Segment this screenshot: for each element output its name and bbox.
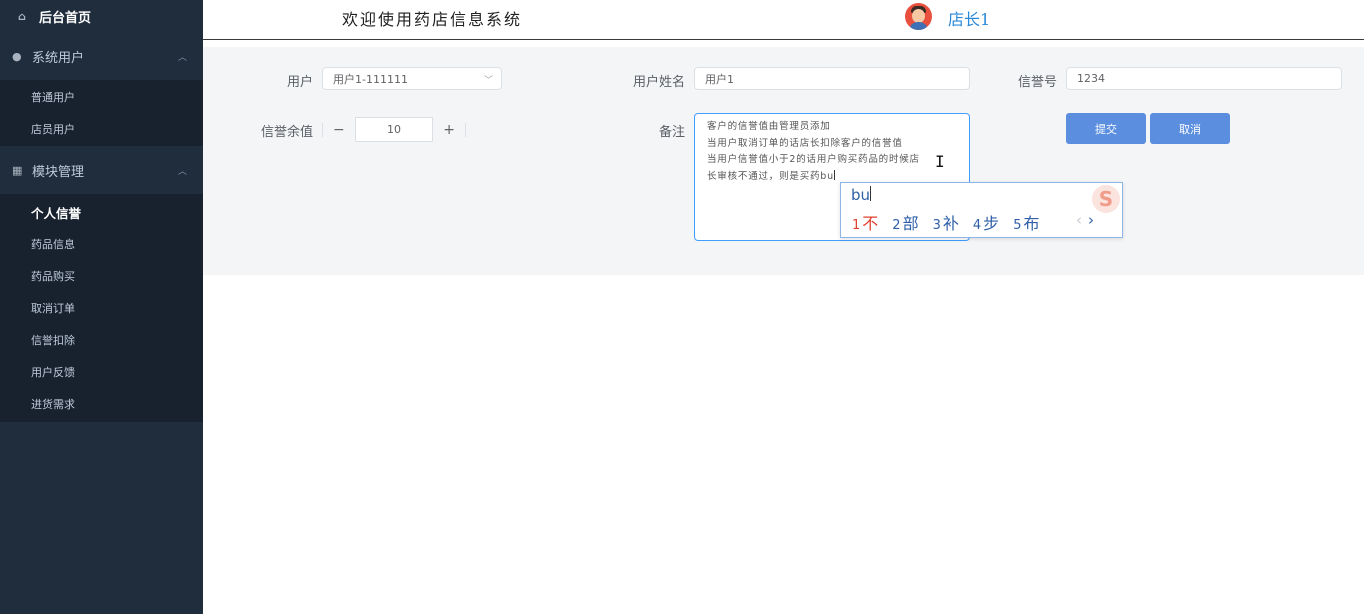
sidebar-group-label: 系统用户 [32, 50, 85, 66]
page-title: 欢迎使用药店信息系统 [342, 10, 523, 29]
ime-candidate-text: 步 [983, 214, 1000, 233]
user-label: 用户 [286, 75, 313, 90]
ime-candidate-text: 部 [902, 214, 919, 233]
sidebar-item-user-feedback[interactable]: 用户反馈 [0, 356, 203, 388]
top-header: 欢迎使用药店信息系统 店长1 [203, 0, 1364, 40]
ime-caret [870, 186, 872, 201]
sidebar-home-label: 后台首页 [39, 10, 92, 26]
chevron-up-icon: ︿ [177, 52, 187, 63]
submit-button[interactable]: 提交 [1066, 113, 1146, 144]
sidebar-item-credit-deduction[interactable]: 信誉扣除 [0, 324, 203, 356]
sidebar-group-module-management[interactable]: ▦ 模块管理 ︿ [0, 146, 203, 194]
ime-candidate-window: bu 1不 2部 3补 4步 5布 ‹ › S [840, 182, 1123, 238]
username-input[interactable]: 用户1 [694, 67, 970, 90]
credit-number-label: 信誉号 [1017, 75, 1057, 90]
ime-input-text: bu [851, 186, 871, 204]
ime-prev-page-icon[interactable]: ‹ [1076, 211, 1082, 229]
remark-line: 当用户取消订单的话店长扣除客户的信誉值 [707, 137, 903, 149]
home-icon: ⌂ [18, 9, 26, 23]
ime-candidate[interactable]: 2部 [892, 210, 918, 234]
chevron-up-icon: ︿ [177, 166, 187, 177]
remark-line: 客户的信誉值由管理员添加 [707, 121, 831, 132]
credit-balance-value[interactable]: 10 [354, 117, 434, 142]
sidebar-item-drug-purchase[interactable]: 药品购买 [0, 260, 203, 292]
sidebar-item-drug-info[interactable]: 药品信息 [0, 228, 203, 260]
sidebar-submenu-module-management: 个人信誉 药品信息 药品购买 取消订单 信誉扣除 用户反馈 进货需求 [0, 194, 203, 422]
ime-candidate-number: 4 [972, 218, 982, 233]
ime-candidate-text: 布 [1023, 214, 1040, 233]
current-user-name[interactable]: 店长1 [948, 6, 990, 30]
username-value: 用户1 [705, 72, 734, 86]
sidebar: ⌂ 后台首页 ● 系统用户 ︿ 普通用户 店员用户 ▦ 模块管理 ︿ 个人信誉 … [0, 0, 203, 614]
ime-candidate-text: 补 [942, 214, 959, 233]
avatar[interactable] [905, 3, 932, 30]
user-select[interactable]: 用户1-111111 ﹀ [322, 67, 502, 90]
sidebar-group-label: 模块管理 [32, 164, 85, 180]
sidebar-group-system-users[interactable]: ● 系统用户 ︿ [0, 32, 203, 80]
ime-candidate-number: 5 [1013, 218, 1022, 233]
credit-balance-stepper: − 10 + [322, 116, 467, 143]
user-select-value: 用户1-111111 [333, 72, 408, 86]
user-icon: ● [12, 49, 22, 63]
sidebar-submenu-system-users: 普通用户 店员用户 [0, 80, 203, 146]
ime-next-page-icon[interactable]: › [1088, 211, 1094, 229]
sidebar-item-personal-credit[interactable]: 个人信誉 [0, 196, 203, 228]
remark-line: 长审核不通过，则是买药bu [707, 170, 834, 182]
ime-logo-icon: S [1092, 185, 1120, 213]
sidebar-item-restock-request[interactable]: 进货需求 [0, 388, 203, 420]
ime-candidate-number: 1 [852, 218, 861, 233]
avatar-body [909, 22, 928, 30]
avatar-face [912, 9, 925, 23]
credit-number-value: 1234 [1077, 72, 1105, 85]
ime-candidate-list: 1不 2部 3补 4步 5布 [852, 210, 1053, 234]
ime-candidate[interactable]: 3补 [933, 210, 959, 234]
credit-number-input[interactable]: 1234 [1066, 67, 1342, 90]
ime-candidate[interactable]: 4步 [973, 210, 999, 234]
ime-candidate[interactable]: 1不 [852, 210, 878, 234]
credit-balance-label: 信誉余值 [260, 125, 313, 140]
ime-candidate-text: 不 [862, 214, 879, 233]
ime-candidate-number: 3 [932, 218, 941, 233]
grid-icon: ▦ [12, 163, 23, 177]
decrement-button[interactable]: − [323, 116, 355, 143]
ime-pager: ‹ › [1076, 211, 1094, 229]
sidebar-item-normal-users[interactable]: 普通用户 [0, 81, 203, 113]
text-cursor-icon: I [935, 152, 945, 171]
ime-candidate[interactable]: 5布 [1013, 210, 1039, 234]
sidebar-item-cancel-order[interactable]: 取消订单 [0, 292, 203, 324]
increment-button[interactable]: + [433, 116, 465, 143]
stepper-divider [465, 122, 467, 137]
credit-form-panel: 用户 用户1-111111 ﹀ 用户姓名 用户1 信誉号 1234 信誉余值 −… [203, 47, 1364, 275]
ime-candidate-number: 2 [892, 218, 901, 233]
ime-composition: bu [851, 186, 872, 204]
cancel-button[interactable]: 取消 [1150, 113, 1230, 144]
sidebar-item-clerk-users[interactable]: 店员用户 [0, 113, 203, 145]
sidebar-item-home[interactable]: ⌂ 后台首页 [0, 0, 203, 32]
remark-line: 当用户信誉值小于2的话用户购买药品的时候店 [707, 154, 920, 165]
remark-label: 备注 [658, 125, 685, 140]
chevron-down-icon: ﹀ [483, 76, 493, 86]
username-label: 用户姓名 [632, 75, 685, 90]
text-caret [833, 169, 835, 180]
